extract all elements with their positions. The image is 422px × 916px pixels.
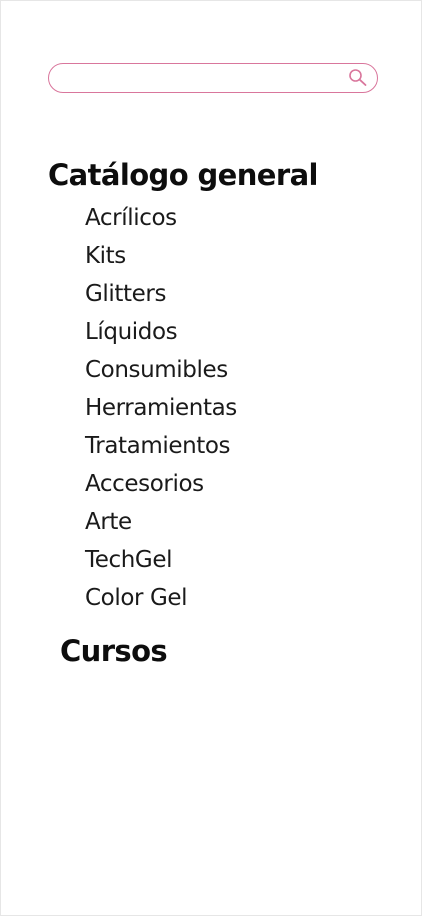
catalog-item-techgel[interactable]: TechGel xyxy=(85,541,237,579)
catalog-item-accesorios[interactable]: Accesorios xyxy=(85,465,237,503)
courses-heading[interactable]: Cursos xyxy=(60,637,168,666)
search-input[interactable] xyxy=(63,68,333,88)
catalog-item-herramientas[interactable]: Herramientas xyxy=(85,389,237,427)
catalog-item-kits[interactable]: Kits xyxy=(85,237,237,275)
catalog-item-color-gel[interactable]: Color Gel xyxy=(85,579,237,617)
catalog-item-liquidos[interactable]: Líquidos xyxy=(85,313,237,351)
catalog-item-tratamientos[interactable]: Tratamientos xyxy=(85,427,237,465)
search-icon[interactable] xyxy=(347,67,369,89)
catalog-item-glitters[interactable]: Glitters xyxy=(85,275,237,313)
search-bar xyxy=(48,63,378,93)
catalog-item-arte[interactable]: Arte xyxy=(85,503,237,541)
catalog-item-acrilicos[interactable]: Acrílicos xyxy=(85,199,237,237)
catalog-heading[interactable]: Catálogo general xyxy=(48,161,318,190)
mobile-menu-page: Catálogo general Acrílicos Kits Glitters… xyxy=(0,0,422,916)
catalog-list: Acrílicos Kits Glitters Líquidos Consumi… xyxy=(85,199,237,617)
catalog-item-consumibles[interactable]: Consumibles xyxy=(85,351,237,389)
